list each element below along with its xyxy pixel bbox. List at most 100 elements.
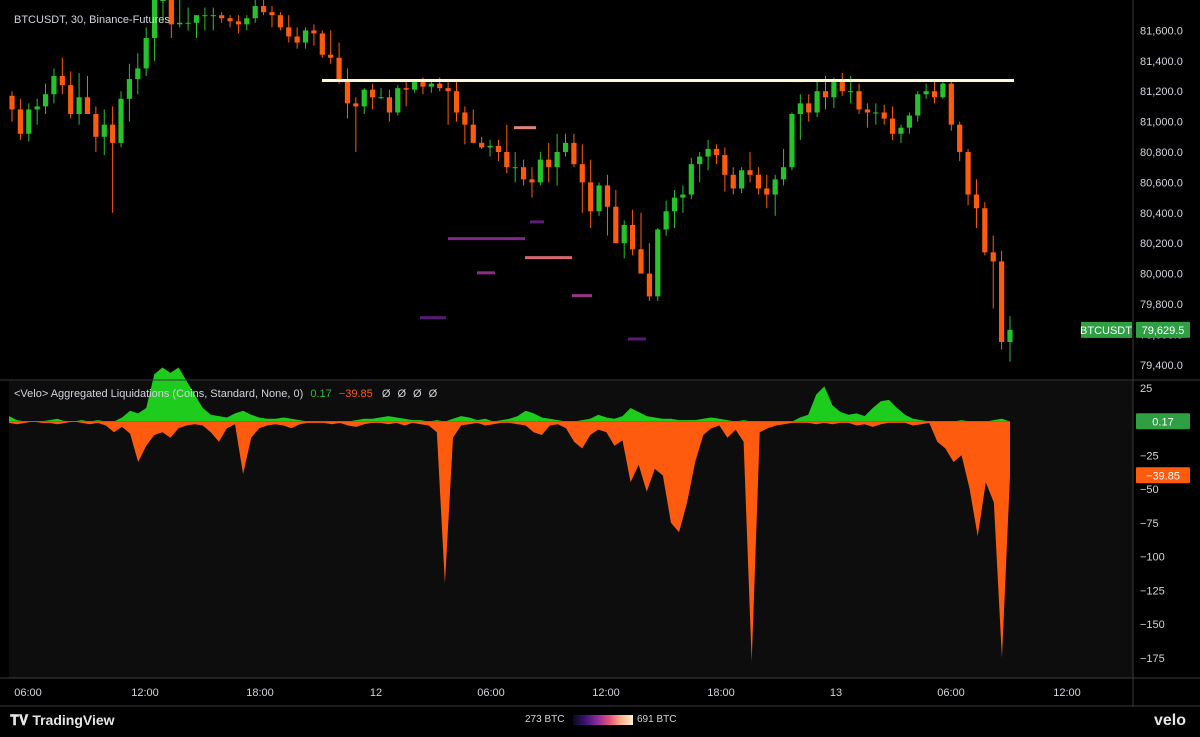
candle-body[interactable] (311, 30, 317, 34)
candle-body[interactable] (437, 83, 443, 89)
candle-body[interactable] (361, 89, 367, 107)
candle-body[interactable] (931, 91, 938, 98)
candle-body[interactable] (462, 112, 468, 125)
candle-body[interactable] (915, 94, 921, 116)
candle-body[interactable] (688, 164, 694, 195)
candle-body[interactable] (873, 112, 879, 114)
candle-body[interactable] (957, 124, 963, 152)
candle-body[interactable] (889, 118, 896, 134)
candle-body[interactable] (680, 194, 686, 198)
candle-body[interactable] (93, 114, 99, 137)
candle-body[interactable] (663, 211, 669, 230)
candle-body[interactable] (588, 182, 594, 212)
candle-body[interactable] (403, 88, 409, 90)
candle-body[interactable] (965, 152, 971, 195)
candle-body[interactable] (445, 88, 451, 92)
candle-body[interactable] (395, 88, 401, 113)
candle-body[interactable] (797, 103, 803, 114)
candle-body[interactable] (537, 159, 543, 183)
symbol-label[interactable]: BTCUSDT, 30, Binance-Futures (14, 14, 170, 26)
candle-body[interactable] (42, 94, 49, 107)
candle-body[interactable] (76, 97, 82, 114)
candle-body[interactable] (319, 33, 325, 55)
candle-body[interactable] (730, 174, 736, 189)
candle-body[interactable] (822, 91, 829, 98)
candle-body[interactable] (294, 36, 300, 43)
candle-body[interactable] (277, 15, 283, 28)
candle-body[interactable] (646, 273, 652, 297)
candle-body[interactable] (780, 167, 787, 180)
candle-body[interactable] (135, 68, 141, 80)
candle-body[interactable] (260, 6, 267, 13)
candle-body[interactable] (1007, 329, 1013, 342)
candle-body[interactable] (9, 95, 15, 110)
candle-body[interactable] (898, 127, 904, 134)
candle-body[interactable] (571, 142, 577, 165)
candle-body[interactable] (26, 109, 32, 134)
candle-body[interactable] (864, 109, 871, 113)
tradingview-logo[interactable]: 𝐓𝐕 TradingView (10, 712, 115, 729)
candle-body[interactable] (453, 91, 460, 113)
candle-body[interactable] (923, 91, 929, 95)
candle-body[interactable] (68, 85, 74, 114)
candle-body[interactable] (193, 15, 200, 23)
candle-body[interactable] (546, 159, 552, 168)
candle-body[interactable] (705, 148, 711, 157)
chart-canvas[interactable]: 79,400.079,600.079,800.080,000.080,200.0… (0, 0, 1200, 737)
candle-body[interactable] (202, 15, 208, 17)
candle-body[interactable] (210, 15, 216, 17)
candle-body[interactable] (420, 82, 426, 87)
candle-body[interactable] (235, 21, 242, 25)
candle-body[interactable] (697, 156, 703, 165)
candle-body[interactable] (906, 115, 912, 128)
candle-body[interactable] (739, 170, 745, 189)
candle-body[interactable] (126, 79, 133, 99)
candle-body[interactable] (638, 249, 644, 274)
candle-body[interactable] (630, 224, 636, 250)
candle-body[interactable] (504, 152, 510, 168)
indicator-legend[interactable]: <Velo> Aggregated Liquidations (Coins, S… (14, 388, 439, 400)
candle-body[interactable] (302, 30, 309, 43)
candle-body[interactable] (17, 109, 23, 134)
candle-body[interactable] (487, 145, 493, 148)
candle-body[interactable] (604, 185, 611, 207)
candle-body[interactable] (579, 164, 585, 183)
candle-body[interactable] (219, 15, 225, 19)
candle-body[interactable] (386, 97, 392, 113)
candle-body[interactable] (428, 83, 434, 87)
candle-body[interactable] (655, 229, 661, 297)
candle-body[interactable] (344, 79, 351, 104)
candle-body[interactable] (336, 57, 342, 80)
candle-body[interactable] (814, 91, 820, 113)
candle-body[interactable] (881, 112, 887, 119)
candle-body[interactable] (529, 179, 535, 183)
candle-body[interactable] (512, 167, 518, 169)
candle-body[interactable] (764, 188, 770, 195)
candle-body[interactable] (596, 185, 602, 212)
candle-body[interactable] (252, 6, 258, 19)
candle-body[interactable] (59, 76, 65, 86)
candle-body[interactable] (806, 103, 812, 113)
candle-body[interactable] (479, 142, 485, 148)
candle-body[interactable] (613, 206, 619, 244)
candle-body[interactable] (722, 155, 728, 175)
candle-body[interactable] (269, 12, 275, 16)
candle-body[interactable] (562, 142, 569, 152)
candle-body[interactable] (177, 22, 183, 25)
candle-body[interactable] (990, 252, 996, 262)
candle-body[interactable] (370, 89, 376, 98)
candle-body[interactable] (520, 167, 527, 180)
candle-body[interactable] (621, 224, 627, 244)
candle-body[interactable] (982, 208, 988, 253)
candle-body[interactable] (160, 0, 166, 1)
candle-body[interactable] (143, 38, 149, 69)
candle-body[interactable] (789, 114, 795, 168)
candle-body[interactable] (554, 152, 560, 168)
candle-body[interactable] (747, 170, 753, 175)
candle-body[interactable] (755, 174, 762, 189)
candle-body[interactable] (772, 179, 778, 195)
candle-body[interactable] (411, 82, 418, 90)
candle-body[interactable] (353, 103, 359, 107)
candle-body[interactable] (940, 83, 946, 98)
candle-body[interactable] (101, 124, 107, 137)
